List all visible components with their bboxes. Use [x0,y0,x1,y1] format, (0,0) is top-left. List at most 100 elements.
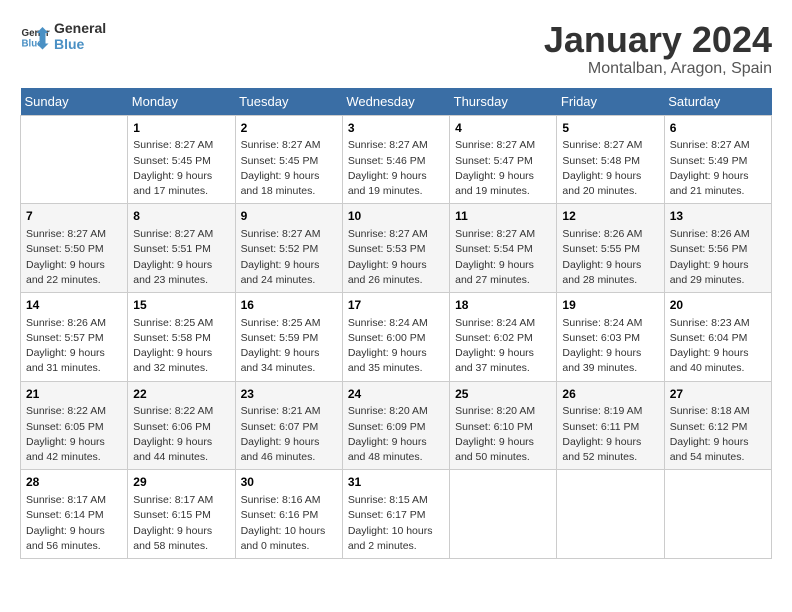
day-number: 12 [562,208,658,225]
day-number: 28 [26,474,122,491]
day-number: 29 [133,474,229,491]
day-cell: 30 Sunrise: 8:16 AMSunset: 6:16 PMDayligh… [235,470,342,559]
day-cell: 13 Sunrise: 8:26 AMSunset: 5:56 PMDayligh… [664,204,771,293]
day-cell: 9 Sunrise: 8:27 AMSunset: 5:52 PMDaylight… [235,204,342,293]
logo-general: General [54,20,106,36]
week-row-5: 28 Sunrise: 8:17 AMSunset: 6:14 PMDayligh… [21,470,772,559]
day-number: 1 [133,120,229,137]
day-number: 15 [133,297,229,314]
svg-text:General: General [22,28,51,39]
logo: General Blue General Blue [20,20,106,52]
day-info: Sunrise: 8:20 AMSunset: 6:10 PMDaylight:… [455,404,551,465]
day-info: Sunrise: 8:27 AMSunset: 5:54 PMDaylight:… [455,227,551,288]
week-row-2: 7 Sunrise: 8:27 AMSunset: 5:50 PMDaylight… [21,204,772,293]
day-info: Sunrise: 8:26 AMSunset: 5:57 PMDaylight:… [26,316,122,377]
day-info: Sunrise: 8:24 AMSunset: 6:03 PMDaylight:… [562,316,658,377]
day-number: 25 [455,386,551,403]
day-number: 8 [133,208,229,225]
weekday-header-thursday: Thursday [450,88,557,116]
logo-blue: Blue [54,36,106,52]
day-cell [21,115,128,204]
location-subtitle: Montalban, Aragon, Spain [544,60,772,78]
day-info: Sunrise: 8:27 AMSunset: 5:45 PMDaylight:… [133,138,229,199]
day-cell: 22Sunrise: 8:22 AMSunset: 6:06 PMDayligh… [128,381,235,470]
day-info: Sunrise: 8:15 AMSunset: 6:17 PMDaylight:… [348,493,444,554]
day-cell: 16 Sunrise: 8:25 AMSunset: 5:59 PMDayligh… [235,292,342,381]
title-section: January 2024 Montalban, Aragon, Spain [544,20,772,78]
day-number: 11 [455,208,551,225]
day-number: 22 [133,386,229,403]
weekday-header-sunday: Sunday [21,88,128,116]
day-cell: 11 Sunrise: 8:27 AMSunset: 5:54 PMDayligh… [450,204,557,293]
day-info: Sunrise: 8:26 AMSunset: 5:55 PMDaylight:… [562,227,658,288]
day-info: Sunrise: 8:24 AMSunset: 6:00 PMDaylight:… [348,316,444,377]
day-info: Sunrise: 8:24 AMSunset: 6:02 PMDaylight:… [455,316,551,377]
week-row-4: 21Sunrise: 8:22 AMSunset: 6:05 PMDayligh… [21,381,772,470]
day-cell: 23Sunrise: 8:21 AMSunset: 6:07 PMDayligh… [235,381,342,470]
day-number: 19 [562,297,658,314]
day-info: Sunrise: 8:27 AMSunset: 5:45 PMDaylight:… [241,138,337,199]
day-cell: 28 Sunrise: 8:17 AMSunset: 6:14 PMDayligh… [21,470,128,559]
weekday-header-wednesday: Wednesday [342,88,449,116]
day-info: Sunrise: 8:27 AMSunset: 5:48 PMDaylight:… [562,138,658,199]
weekday-header-saturday: Saturday [664,88,771,116]
day-number: 31 [348,474,444,491]
day-cell [450,470,557,559]
day-cell: 17Sunrise: 8:24 AMSunset: 6:00 PMDayligh… [342,292,449,381]
day-info: Sunrise: 8:19 AMSunset: 6:11 PMDaylight:… [562,404,658,465]
day-info: Sunrise: 8:18 AMSunset: 6:12 PMDaylight:… [670,404,766,465]
day-number: 10 [348,208,444,225]
day-info: Sunrise: 8:21 AMSunset: 6:07 PMDaylight:… [241,404,337,465]
day-number: 30 [241,474,337,491]
day-cell: 21Sunrise: 8:22 AMSunset: 6:05 PMDayligh… [21,381,128,470]
logo-icon: General Blue [20,21,50,51]
day-info: Sunrise: 8:25 AMSunset: 5:59 PMDaylight:… [241,316,337,377]
day-number: 16 [241,297,337,314]
day-cell: 19 Sunrise: 8:24 AMSunset: 6:03 PMDayligh… [557,292,664,381]
day-number: 18 [455,297,551,314]
day-info: Sunrise: 8:22 AMSunset: 6:05 PMDaylight:… [26,404,122,465]
day-info: Sunrise: 8:17 AMSunset: 6:14 PMDaylight:… [26,493,122,554]
day-cell: 2Sunrise: 8:27 AMSunset: 5:45 PMDaylight… [235,115,342,204]
weekday-header-row: SundayMondayTuesdayWednesdayThursdayFrid… [21,88,772,116]
month-year-title: January 2024 [544,20,772,60]
day-info: Sunrise: 8:22 AMSunset: 6:06 PMDaylight:… [133,404,229,465]
day-number: 26 [562,386,658,403]
day-number: 14 [26,297,122,314]
day-info: Sunrise: 8:16 AMSunset: 6:16 PMDaylight:… [241,493,337,554]
day-cell: 27Sunrise: 8:18 AMSunset: 6:12 PMDayligh… [664,381,771,470]
day-cell [664,470,771,559]
day-info: Sunrise: 8:27 AMSunset: 5:47 PMDaylight:… [455,138,551,199]
day-info: Sunrise: 8:25 AMSunset: 5:58 PMDaylight:… [133,316,229,377]
day-info: Sunrise: 8:27 AMSunset: 5:50 PMDaylight:… [26,227,122,288]
day-number: 9 [241,208,337,225]
day-info: Sunrise: 8:27 AMSunset: 5:52 PMDaylight:… [241,227,337,288]
day-info: Sunrise: 8:20 AMSunset: 6:09 PMDaylight:… [348,404,444,465]
day-cell [557,470,664,559]
day-cell: 14 Sunrise: 8:26 AMSunset: 5:57 PMDayligh… [21,292,128,381]
day-number: 5 [562,120,658,137]
day-number: 23 [241,386,337,403]
day-cell: 29 Sunrise: 8:17 AMSunset: 6:15 PMDayligh… [128,470,235,559]
day-number: 6 [670,120,766,137]
day-info: Sunrise: 8:26 AMSunset: 5:56 PMDaylight:… [670,227,766,288]
day-info: Sunrise: 8:23 AMSunset: 6:04 PMDaylight:… [670,316,766,377]
day-cell: 31 Sunrise: 8:15 AMSunset: 6:17 PMDayligh… [342,470,449,559]
day-info: Sunrise: 8:27 AMSunset: 5:51 PMDaylight:… [133,227,229,288]
day-info: Sunrise: 8:17 AMSunset: 6:15 PMDaylight:… [133,493,229,554]
calendar-table: SundayMondayTuesdayWednesdayThursdayFrid… [20,88,772,559]
day-number: 20 [670,297,766,314]
day-cell: 4Sunrise: 8:27 AMSunset: 5:47 PMDaylight… [450,115,557,204]
day-cell: 12 Sunrise: 8:26 AMSunset: 5:55 PMDayligh… [557,204,664,293]
day-number: 7 [26,208,122,225]
day-number: 13 [670,208,766,225]
day-cell: 15 Sunrise: 8:25 AMSunset: 5:58 PMDayligh… [128,292,235,381]
day-cell: 6Sunrise: 8:27 AMSunset: 5:49 PMDaylight… [664,115,771,204]
day-number: 21 [26,386,122,403]
day-cell: 25Sunrise: 8:20 AMSunset: 6:10 PMDayligh… [450,381,557,470]
day-number: 4 [455,120,551,137]
day-cell: 5Sunrise: 8:27 AMSunset: 5:48 PMDaylight… [557,115,664,204]
day-cell: 24Sunrise: 8:20 AMSunset: 6:09 PMDayligh… [342,381,449,470]
day-cell: 18 Sunrise: 8:24 AMSunset: 6:02 PMDayligh… [450,292,557,381]
day-cell: 7 Sunrise: 8:27 AMSunset: 5:50 PMDaylight… [21,204,128,293]
